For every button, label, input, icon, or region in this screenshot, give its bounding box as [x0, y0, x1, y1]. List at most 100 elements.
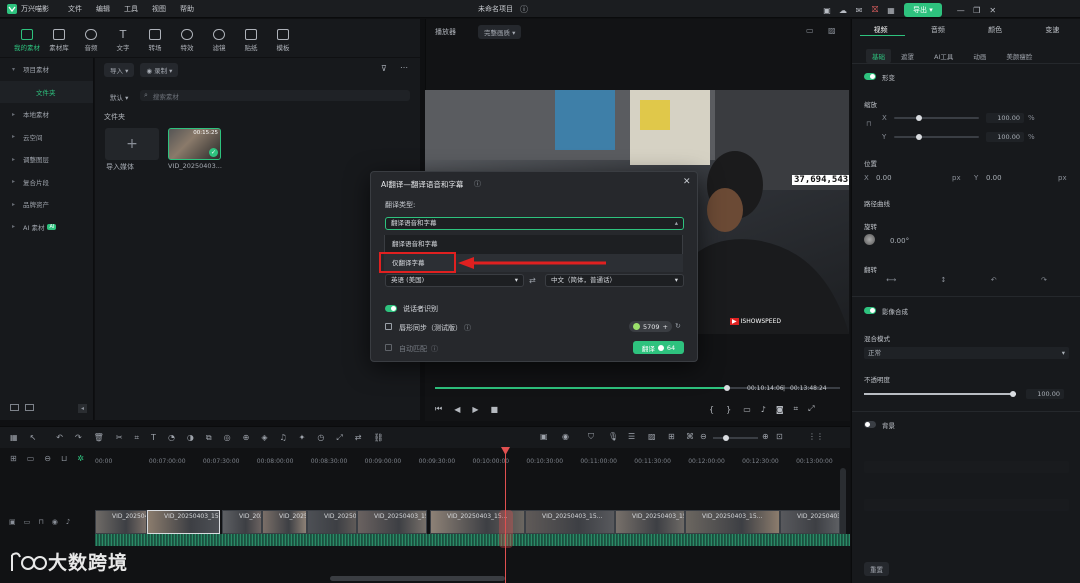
timeline-vscrollbar[interactable] — [840, 468, 846, 538]
color-icon[interactable]: ◑ — [187, 433, 194, 442]
tag-icon[interactable]: ⌘ — [686, 432, 694, 441]
rotate-right-icon[interactable]: ↷ — [1041, 276, 1047, 284]
opacity-value[interactable]: 100.00 — [1026, 389, 1064, 399]
subtab-mask[interactable]: 遮罩 — [901, 51, 914, 61]
subtab-animation[interactable]: 动画 — [973, 51, 986, 61]
tab-text[interactable]: T 文字 — [107, 24, 139, 52]
scale-y-value[interactable]: 100.00 — [986, 132, 1024, 142]
grid-icon[interactable]: ▦ — [886, 5, 896, 15]
snapshot-icon[interactable]: ◙ — [776, 405, 784, 414]
help-icon[interactable]: ⓘ — [464, 323, 471, 333]
delete-icon[interactable]: 🗑 — [94, 433, 104, 442]
redo-icon[interactable]: ↷ — [75, 433, 82, 442]
track-folder-icon[interactable]: ▭ — [27, 454, 35, 463]
background-toggle[interactable] — [864, 421, 876, 428]
tab-audio[interactable]: 音频 — [75, 24, 107, 52]
sidebar-item-compound[interactable]: ▸ 复合片段 — [0, 171, 93, 194]
transform-toggle[interactable] — [864, 73, 876, 80]
speaker-toggle[interactable] — [385, 305, 397, 312]
timeline-clip[interactable]: VID_20250403_15... — [95, 510, 147, 534]
link-icon[interactable]: ⛓ — [373, 433, 383, 442]
timeline-clip[interactable]: VID_20250403_15... — [147, 510, 220, 534]
gift-icon[interactable]: ⛝ — [870, 5, 880, 15]
subtab-beauty[interactable]: 美颜瘦脸 — [1006, 51, 1032, 61]
import-media-tile[interactable]: + — [105, 128, 159, 160]
tab-transition[interactable]: 转场 — [139, 24, 171, 52]
fit-icon[interactable]: ⊡ — [776, 432, 783, 441]
timeline-clip[interactable]: VID_20250403_15... — [357, 510, 427, 534]
timeline-clip[interactable]: VID_20250403_15... — [780, 510, 840, 534]
stop-icon[interactable]: ■ — [491, 405, 499, 414]
lock-icon[interactable]: ⊓ — [866, 120, 871, 128]
undo-icon[interactable]: ↶ — [56, 433, 63, 442]
translate-type-dropdown[interactable]: 翻译语音和字幕 ▴ — [385, 217, 684, 230]
zoom-in-icon[interactable]: ⊕ — [762, 432, 769, 441]
prev-frame-icon[interactable]: ⏮ — [435, 404, 442, 414]
expand-icon[interactable]: ⤢ — [336, 433, 342, 443]
menu-view[interactable]: 视图 — [152, 4, 166, 14]
mask-icon[interactable]: ◎ — [224, 433, 231, 442]
media-clip-thumbnail[interactable]: 00:15:25 ✓ — [168, 128, 221, 160]
zoom-icon[interactable]: ⊕ — [243, 433, 250, 442]
filter-icon[interactable]: ⊽ — [381, 64, 387, 73]
quality-dropdown[interactable]: 完整画质 ▾ — [478, 25, 522, 39]
refresh-icon[interactable]: ↻ — [675, 322, 681, 330]
eye-icon[interactable]: ◉ — [52, 518, 58, 526]
zoom-slider[interactable] — [713, 435, 758, 441]
menu-help[interactable]: 帮助 — [180, 4, 194, 14]
timeline-clip[interactable]: VID_20250403_15... — [525, 510, 615, 534]
sidebar-item-folder[interactable]: 文件夹 — [0, 80, 93, 103]
tab-my-media[interactable]: 我的素材 — [11, 24, 43, 52]
scale-y-slider[interactable] — [894, 134, 979, 140]
player-seek-handle[interactable] — [723, 385, 730, 391]
save-icon[interactable]: ▣ — [822, 5, 832, 15]
message-icon[interactable]: ✉ — [854, 5, 864, 15]
subtab-ai-tools[interactable]: AI工具 — [934, 51, 953, 61]
menu-file[interactable]: 文件 — [68, 4, 82, 14]
credits-badge[interactable]: 5709 + — [629, 321, 672, 332]
restore-icon[interactable]: ❐ — [972, 5, 982, 15]
blend-toggle[interactable] — [864, 307, 876, 314]
collapse-icon[interactable]: ◂ — [78, 404, 87, 413]
display-icon[interactable]: ▭ — [743, 405, 751, 414]
track-link-icon[interactable]: ⊖ — [44, 454, 51, 463]
timeline-clip[interactable]: VID_20250403_15... — [262, 510, 307, 534]
tab-stickers[interactable]: 贴纸 — [235, 24, 267, 52]
volume-icon[interactable]: ♪ — [761, 405, 766, 414]
swap-icon[interactable]: ⇄ — [529, 276, 536, 285]
tab-video[interactable]: 视频 — [874, 25, 888, 35]
render-icon[interactable]: ▣ — [540, 432, 548, 441]
timeline-clip[interactable]: VID_20250403_15... — [685, 510, 780, 534]
audio-icon[interactable]: ♫ — [279, 433, 286, 442]
auto-match-checkbox[interactable] — [385, 344, 392, 351]
more-icon[interactable]: ⋯ — [400, 63, 408, 72]
sidebar-item-ai[interactable]: ▸ AI 素材 AI — [0, 216, 93, 239]
rotate-dial[interactable] — [864, 234, 875, 245]
cloud-icon[interactable]: ☁ — [838, 5, 848, 15]
mark-out-icon[interactable]: } — [726, 405, 731, 414]
timeline-clip[interactable]: VID_20250403_15... — [307, 510, 357, 534]
close-icon[interactable]: ✕ — [988, 5, 998, 15]
slider-handle[interactable] — [916, 115, 922, 121]
sidebar-item-project[interactable]: ▾ 项目素材 — [0, 58, 93, 81]
tab-speed[interactable]: 变速 — [1045, 25, 1059, 35]
new-folder-icon[interactable] — [10, 404, 19, 411]
group-icon[interactable]: ⧉ — [206, 433, 212, 443]
slider-handle[interactable] — [1010, 391, 1016, 397]
sort-dropdown[interactable]: 默认 ▾ — [104, 90, 134, 104]
settings-icon[interactable]: ⋮⋮ — [808, 432, 824, 441]
sidebar-item-adjust[interactable]: ▸ 调整图层 — [0, 148, 93, 171]
translate-button[interactable]: 翻译 64 — [633, 341, 684, 354]
shield-icon[interactable]: ⛉ — [588, 432, 594, 442]
blend-mode-dropdown[interactable]: 正常 ▾ — [864, 347, 1069, 359]
record-button[interactable]: ◉ 录制 ▾ — [140, 63, 179, 77]
volume-icon[interactable]: ♪ — [66, 518, 70, 526]
lipsync-checkbox[interactable] — [385, 323, 392, 330]
sidebar-item-cloud[interactable]: ▸ 云空间 — [0, 126, 93, 149]
tab-audio[interactable]: 音频 — [931, 25, 945, 35]
microphone-icon[interactable]: 🎙 — [608, 432, 618, 441]
ai-snap-icon[interactable]: ✲ — [77, 454, 84, 463]
folder-icon[interactable] — [25, 404, 34, 411]
marker-icon[interactable]: ◉ — [562, 432, 569, 441]
play-icon[interactable]: ▶ — [472, 405, 478, 414]
